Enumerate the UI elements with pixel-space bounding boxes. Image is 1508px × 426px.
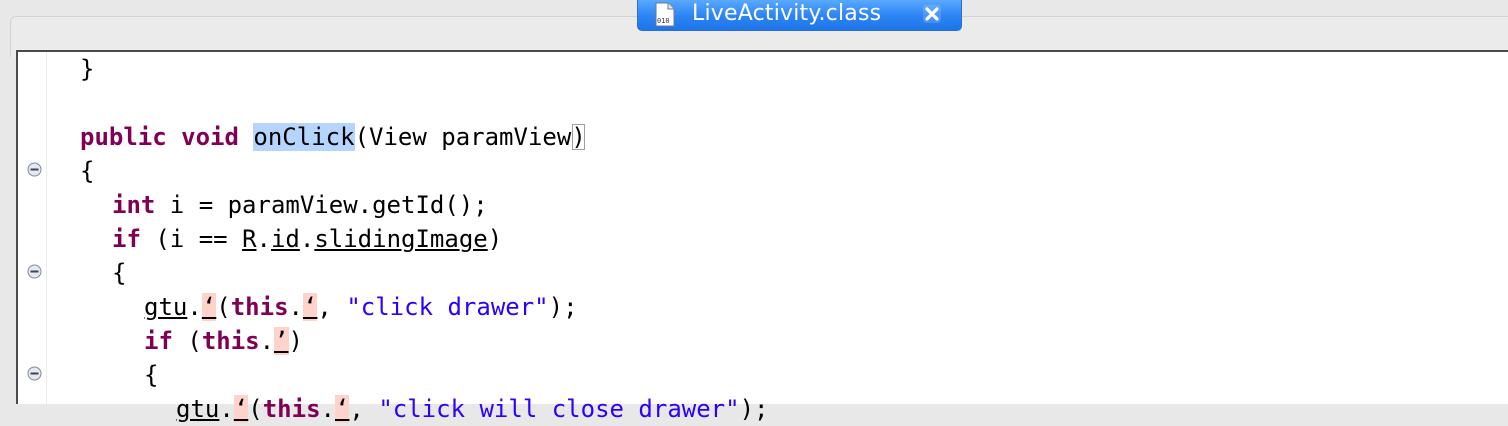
code-text[interactable]: } public void onClick(View paramView) { … (18, 52, 1508, 423)
error-token: ‘ (302, 293, 318, 321)
tab-liveactivity-class[interactable]: 010 LiveActivity.class (637, 0, 962, 31)
keyword: void (181, 123, 239, 151)
editor-tab-bar: 010 LiveActivity.class (0, 0, 1508, 57)
resource-ref: R (242, 225, 257, 253)
string-literal: "click drawer" (346, 293, 549, 321)
code-line: { (144, 361, 159, 389)
keyword: public (80, 123, 167, 151)
keyword: if (144, 327, 173, 355)
keyword: this (262, 395, 321, 423)
keyword: this (230, 293, 289, 321)
code-line: gtu.ʻ(this.‘, "click drawer"); (144, 293, 578, 321)
class-file-icon: 010 (655, 2, 675, 27)
keyword: this (201, 327, 260, 355)
resource-ref: slidingImage (314, 225, 488, 253)
resource-ref: id (270, 225, 300, 253)
keyword: int (112, 191, 156, 219)
code-line: { (112, 259, 127, 287)
code-line: gtu.ʻ(this.‘, "click will close drawer")… (176, 395, 769, 423)
error-token: ʻ (201, 293, 217, 321)
class-ref: gtu (144, 293, 188, 321)
class-file-icon-caption: 010 (657, 17, 670, 25)
error-token: ʼ (274, 327, 289, 355)
error-token: ʻ (233, 395, 249, 423)
code-editor[interactable]: } public void onClick(View paramView) { … (16, 50, 1508, 423)
code-line: { (80, 157, 95, 185)
tab-title: LiveActivity.class (692, 1, 882, 26)
code-line: if (i == R.id.slidingImage) (112, 225, 503, 253)
error-token: ‘ (334, 395, 350, 423)
code-line: int i = paramView.getId(); (112, 191, 488, 219)
string-literal: "click will close drawer" (378, 395, 740, 423)
code-line: public void onClick(View paramView) (80, 123, 586, 151)
close-icon[interactable] (921, 3, 943, 25)
code-line: } (80, 55, 95, 83)
selected-method-name: onClick (253, 123, 355, 151)
class-ref: gtu (176, 395, 220, 423)
code-line: if (this.ʼ) (144, 327, 303, 355)
keyword: if (112, 225, 141, 253)
matching-bracket: ) (571, 123, 586, 151)
